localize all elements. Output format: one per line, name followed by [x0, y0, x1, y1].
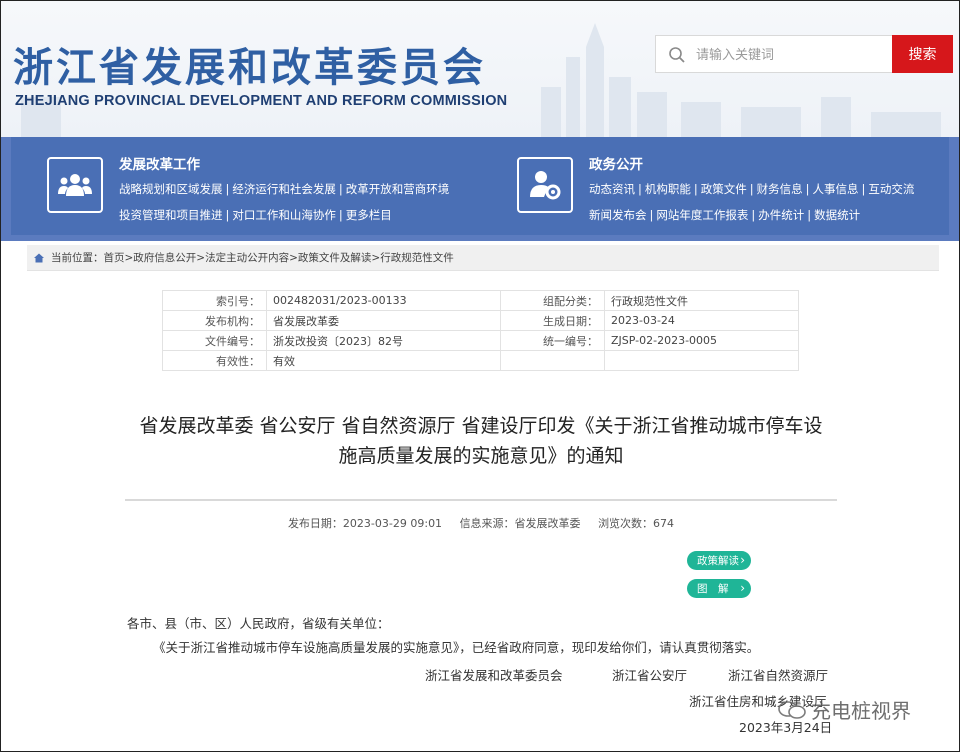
meta-value: 浙发改投资〔2023〕82号: [266, 330, 501, 351]
chevron-right-icon: ›: [740, 581, 745, 595]
home-icon: [34, 253, 44, 262]
document-title: 省发展改革委 省公安厅 省自然资源厅 省建设厅印发《关于浙江省推动城市停车设 施…: [121, 411, 841, 471]
org-name-cn: 浙江省发展和改革委员会: [13, 45, 486, 91]
nav-links-development-line2: 投资管理和项目推进 | 对口工作和山海协作 | 更多栏目: [119, 208, 392, 222]
user-gear-icon: [517, 157, 573, 213]
policy-interpretation-label: 政策解读: [697, 555, 739, 567]
nav-link[interactable]: 改革开放和营商环境: [346, 182, 450, 196]
document-paragraph: 《关于浙江省推动城市停车设施高质量发展的实施意见》，已经省政府同意，现印发给你们…: [153, 640, 760, 655]
title-divider: [125, 499, 837, 501]
nav-link[interactable]: 数据统计: [814, 208, 860, 222]
meta-key: 有效性：: [162, 350, 267, 371]
page-frame: 浙江省发展和改革委员会 ZHEJIANG PROVINCIAL DEVELOPM…: [0, 0, 960, 752]
meta-key: 索引号：: [162, 290, 267, 311]
people-group-icon: [47, 157, 103, 213]
view-count: 浏览次数：674: [598, 517, 675, 530]
nav-band-inner: 发展改革工作 战略规划和区域发展 | 经济运行和社会发展 | 改革开放和营商环境 投资管…: [11, 137, 949, 235]
search-icon: [669, 47, 685, 63]
search-box: [655, 35, 893, 73]
nav-link[interactable]: 新闻发布会: [589, 208, 647, 222]
meta-value: 行政规范性文件: [604, 290, 799, 311]
org-name-en: ZHEJIANG PROVINCIAL DEVELOPMENT AND REFO…: [15, 93, 508, 109]
document-meta-table: 索引号： 002482031/2023-00133 组配分类： 行政规范性文件 …: [162, 290, 799, 371]
meta-value: 2023-03-24: [604, 310, 799, 331]
nav-link[interactable]: 战略规划和区域发展: [119, 182, 223, 196]
publish-date: 发布日期：2023-03-29 09:01: [287, 517, 443, 530]
breadcrumb-label: 当前位置：: [51, 252, 104, 264]
site-header: 浙江省发展和改革委员会 ZHEJIANG PROVINCIAL DEVELOPM…: [1, 1, 959, 137]
meta-value: 002482031/2023-00133: [266, 290, 501, 311]
meta-value: ZJSP-02-2023-0005: [604, 330, 799, 351]
document-title-line2: 施高质量发展的实施意见》的通知: [338, 445, 624, 467]
nav-link[interactable]: 互动交流: [868, 182, 914, 196]
graphic-explanation-label: 图 解: [697, 583, 729, 595]
meta-key: 组配分类：: [500, 290, 605, 311]
nav-link[interactable]: 办件统计: [758, 208, 804, 222]
meta-value: 有效: [266, 350, 501, 371]
table-row: 索引号： 002482031/2023-00133 组配分类： 行政规范性文件: [162, 290, 799, 311]
meta-key: 统一编号：: [500, 330, 605, 351]
table-row: 发布机构： 省发展改革委 生成日期： 2023-03-24: [162, 310, 799, 331]
wechat-icon: [778, 700, 806, 719]
meta-value: [604, 350, 799, 371]
meta-key: 生成日期：: [500, 310, 605, 331]
watermark-text: 充电桩视界: [811, 699, 911, 723]
breadcrumb: 当前位置： 首页>政府信息公开>法定主动公开内容>政策文件及解读>行政规范性文件: [27, 245, 939, 271]
search-button[interactable]: 搜索: [892, 35, 953, 73]
table-row: 文件编号： 浙发改投资〔2023〕82号 统一编号： ZJSP-02-2023-…: [162, 330, 799, 351]
document-title-line1: 省发展改革委 省公安厅 省自然资源厅 省建设厅印发《关于浙江省推动城市停车设: [139, 415, 823, 437]
signer: 浙江省自然资源厅: [728, 668, 829, 683]
chevron-right-icon: ›: [740, 553, 745, 567]
nav-link[interactable]: 投资管理和项目推进: [119, 208, 223, 222]
nav-link[interactable]: 经济运行和社会发展: [232, 182, 336, 196]
signer: 浙江省公安厅: [612, 668, 688, 683]
document-greeting: 各市、县（市、区）人民政府，省级有关单位：: [127, 616, 390, 631]
policy-interpretation-button[interactable]: 政策解读 ›: [687, 551, 751, 570]
breadcrumb-path[interactable]: 首页>政府信息公开>法定主动公开内容>政策文件及解读>行政规范性文件: [104, 250, 454, 265]
nav-link[interactable]: 动态资讯: [589, 182, 635, 196]
nav-title-affairs[interactable]: 政务公开: [589, 153, 643, 173]
nav-title-development[interactable]: 发展改革工作: [119, 153, 200, 173]
nav-link[interactable]: 政策文件: [701, 182, 747, 196]
nav-link[interactable]: 人事信息: [813, 182, 859, 196]
nav-links-affairs-line1: 动态资讯 | 机构职能 | 政策文件 | 财务信息 | 人事信息 | 互动交流: [589, 182, 915, 196]
search-input[interactable]: [696, 44, 886, 66]
nav-link[interactable]: 对口工作和山海协作: [232, 208, 336, 222]
publish-info: 发布日期：2023-03-29 09:01 信息来源：省发展改革委 浏览次数：6…: [125, 515, 837, 531]
table-row: 有效性： 有效: [162, 350, 799, 371]
nav-link[interactable]: 机构职能: [645, 182, 691, 196]
nav-band: 发展改革工作 战略规划和区域发展 | 经济运行和社会发展 | 改革开放和营商环境 投资管…: [1, 137, 959, 241]
info-source: 信息来源：省发展改革委: [459, 517, 581, 530]
nav-link[interactable]: 网站年度工作报表: [656, 208, 748, 222]
watermark: 充电桩视界: [777, 695, 911, 724]
meta-key: 文件编号：: [162, 330, 267, 351]
nav-link[interactable]: 财务信息: [757, 182, 803, 196]
meta-key: [500, 350, 605, 371]
nav-links-affairs-line2: 新闻发布会 | 网站年度工作报表 | 办件统计 | 数据统计: [589, 208, 861, 222]
graphic-explanation-button[interactable]: 图 解 ›: [687, 579, 751, 598]
nav-link[interactable]: 更多栏目: [346, 208, 392, 222]
meta-value: 省发展改革委: [266, 310, 501, 331]
signer: 浙江省发展和改革委员会: [425, 668, 563, 683]
nav-links-development-line1: 战略规划和区域发展 | 经济运行和社会发展 | 改革开放和营商环境: [119, 182, 450, 196]
meta-key: 发布机构：: [162, 310, 267, 331]
